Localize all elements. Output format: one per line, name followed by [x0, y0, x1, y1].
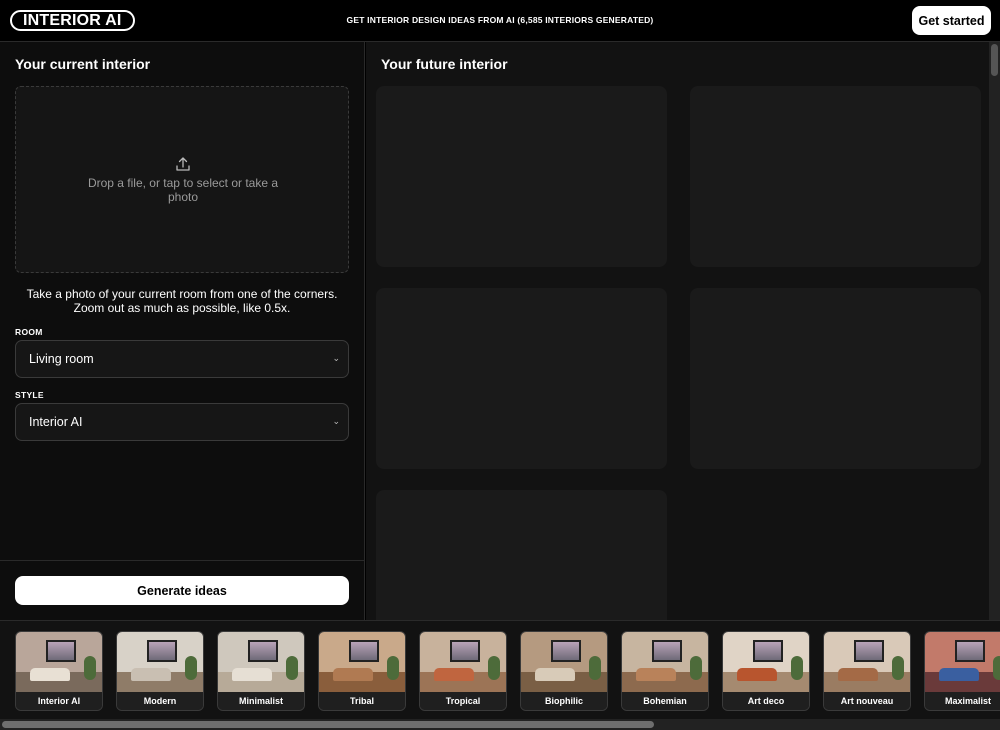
room-select[interactable]: Living room ⌄ — [15, 340, 349, 378]
style-thumbnail — [521, 632, 607, 694]
room-label: ROOM — [15, 327, 43, 337]
style-thumbnail — [925, 632, 1000, 694]
style-card-label: Bohemian — [622, 692, 708, 710]
top-bar: INTERIOR AI GET INTERIOR DESIGN IDEAS FR… — [0, 0, 1000, 42]
style-thumbnail — [622, 632, 708, 694]
style-card[interactable]: Tropical — [419, 631, 507, 711]
style-card[interactable]: Modern — [116, 631, 204, 711]
style-card-label: Tropical — [420, 692, 506, 710]
get-started-button[interactable]: Get started — [912, 6, 991, 35]
style-thumbnail — [319, 632, 405, 694]
style-thumbnail — [824, 632, 910, 694]
style-card[interactable]: Art nouveau — [823, 631, 911, 711]
style-label: STYLE — [15, 390, 44, 400]
style-select[interactable]: Interior AI ⌄ — [15, 403, 349, 441]
chevron-down-icon: ⌄ — [332, 353, 340, 363]
style-card[interactable]: Biophilic — [520, 631, 608, 711]
style-card-label: Modern — [117, 692, 203, 710]
future-interior-title: Your future interior — [381, 56, 508, 72]
style-thumbnail — [16, 632, 102, 694]
style-card-label: Art deco — [723, 692, 809, 710]
upload-icon — [176, 157, 190, 171]
style-card-label: Tribal — [319, 692, 405, 710]
generate-ideas-button[interactable]: Generate ideas — [15, 576, 349, 605]
style-card-label: Art nouveau — [824, 692, 910, 710]
divider — [0, 560, 365, 561]
result-placeholder — [690, 86, 981, 267]
style-thumbnail — [117, 632, 203, 694]
style-thumbnail — [723, 632, 809, 694]
style-card[interactable]: Bohemian — [621, 631, 709, 711]
result-placeholder — [376, 86, 667, 267]
style-thumbnail — [420, 632, 506, 694]
style-card[interactable]: Minimalist — [217, 631, 305, 711]
scrollbar-thumb[interactable] — [2, 721, 654, 728]
style-card[interactable]: Maximalist — [924, 631, 1000, 711]
result-placeholder — [690, 288, 981, 469]
result-placeholder — [376, 490, 667, 620]
tagline: GET INTERIOR DESIGN IDEAS FROM AI (6,585… — [346, 15, 654, 25]
style-strip: Interior AI Modern Minimalist Tribal Tropica… — [0, 620, 1000, 730]
horizontal-scrollbar[interactable] — [0, 719, 1000, 730]
style-card[interactable]: Tribal — [318, 631, 406, 711]
style-card[interactable]: Interior AI — [15, 631, 103, 711]
result-placeholder — [376, 288, 667, 469]
future-interior-panel: Your future interior — [366, 42, 989, 620]
room-select-value: Living room — [29, 352, 94, 366]
style-card[interactable]: Art deco — [722, 631, 810, 711]
logo[interactable]: INTERIOR AI — [10, 10, 135, 31]
scrollbar-thumb[interactable] — [991, 44, 998, 76]
style-select-value: Interior AI — [29, 415, 83, 429]
photo-dropzone[interactable]: Drop a file, or tap to select or take a … — [15, 86, 349, 273]
style-card-label: Interior AI — [16, 692, 102, 710]
style-card-label: Maximalist — [925, 692, 1000, 710]
style-card-label: Minimalist — [218, 692, 304, 710]
photo-hint: Take a photo of your current room from o… — [26, 287, 338, 315]
style-card-label: Biophilic — [521, 692, 607, 710]
current-interior-title: Your current interior — [15, 56, 151, 72]
current-interior-panel: Your current interior Drop a file, or ta… — [0, 42, 365, 620]
vertical-scrollbar[interactable] — [989, 42, 1000, 620]
style-thumbnail — [218, 632, 304, 694]
dropzone-text: Drop a file, or tap to select or take a … — [87, 176, 279, 204]
chevron-down-icon: ⌄ — [332, 416, 340, 426]
